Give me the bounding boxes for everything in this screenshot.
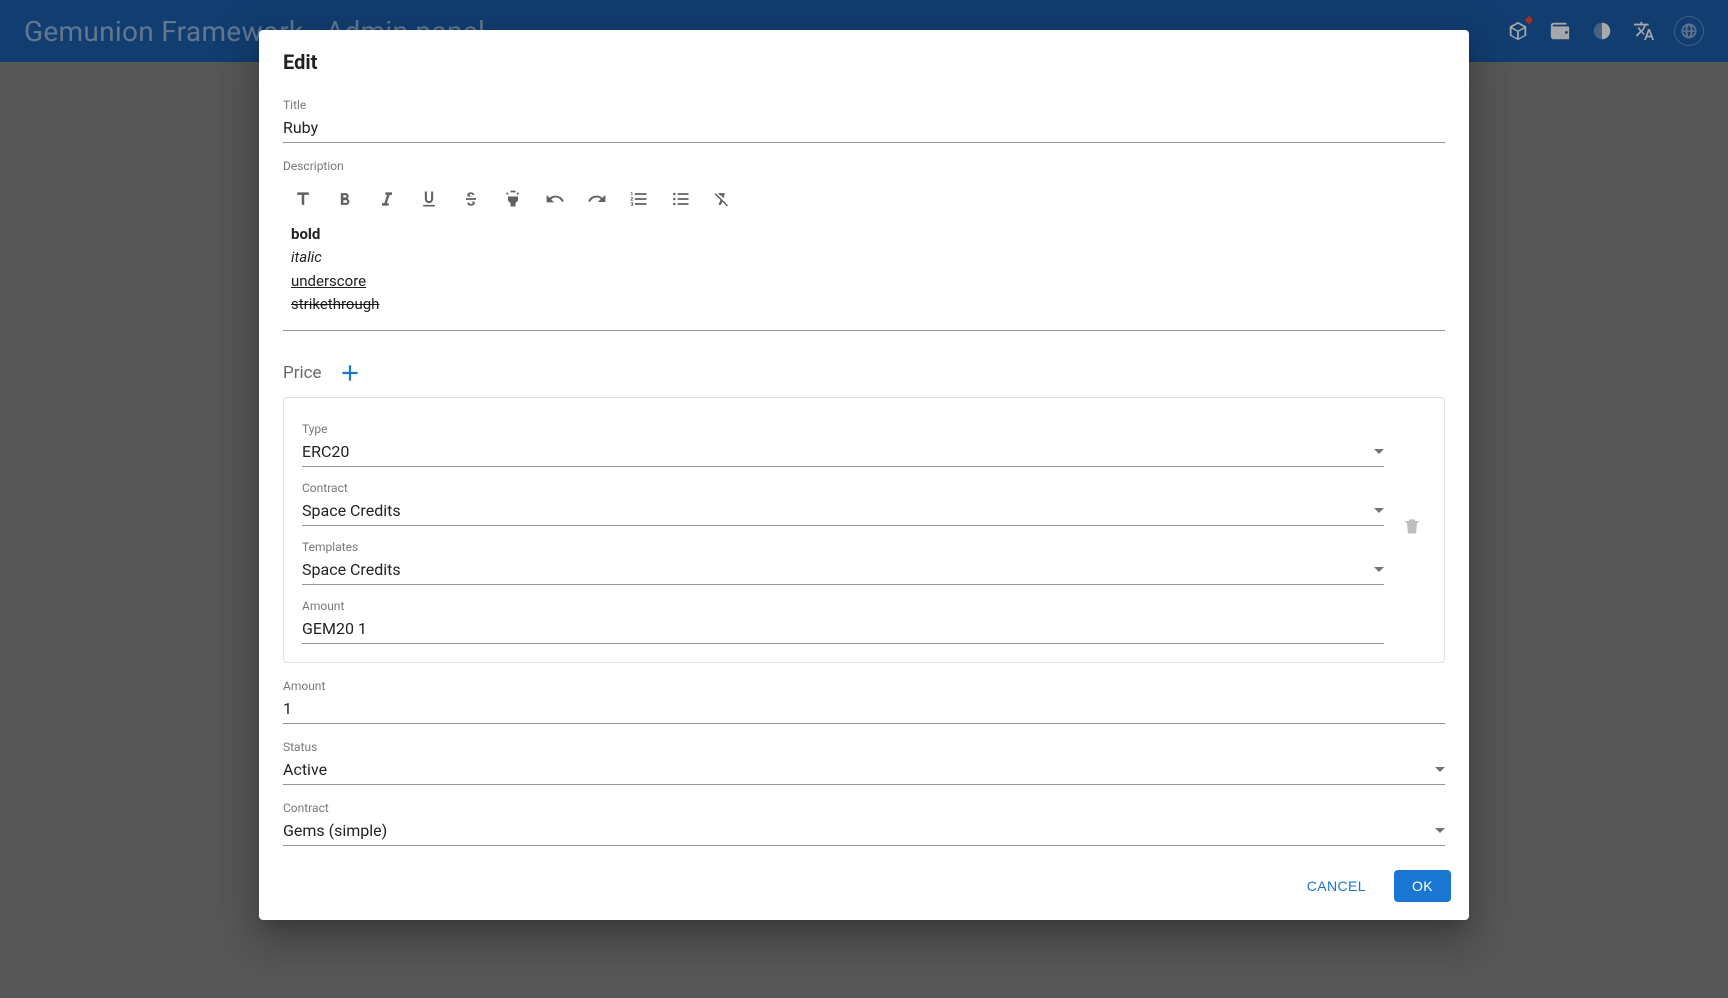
price-amount-label: Amount bbox=[302, 599, 1384, 613]
chevron-down-icon bbox=[1435, 828, 1445, 833]
price-templates-select[interactable]: Space Credits bbox=[302, 556, 1384, 585]
editor-list-ordered-icon[interactable] bbox=[627, 187, 651, 211]
chevron-down-icon bbox=[1374, 508, 1384, 513]
title-label: Title bbox=[283, 98, 1445, 112]
amount-label: Amount bbox=[283, 679, 1445, 693]
price-type-select[interactable]: ERC20 bbox=[302, 438, 1384, 467]
price-label: Price bbox=[283, 363, 322, 383]
editor-bold-icon[interactable] bbox=[333, 187, 357, 211]
editor-line-strike: strikethrough bbox=[291, 293, 1437, 316]
editor-line-bold: bold bbox=[291, 223, 1437, 246]
amount-value: 1 bbox=[283, 699, 292, 718]
price-amount-input[interactable]: GEM20 1 bbox=[302, 615, 1384, 644]
price-contract-value: Space Credits bbox=[302, 501, 401, 520]
cancel-button[interactable]: Cancel bbox=[1289, 870, 1384, 902]
editor-clear-format-icon[interactable] bbox=[711, 187, 735, 211]
editor-redo-icon[interactable] bbox=[585, 187, 609, 211]
status-label: Status bbox=[283, 740, 1445, 754]
price-type-value: ERC20 bbox=[302, 442, 349, 461]
dialog-title: Edit bbox=[259, 30, 1469, 82]
price-contract-label: Contract bbox=[302, 481, 1384, 495]
title-value: Ruby bbox=[283, 118, 318, 137]
status-select[interactable]: Active bbox=[283, 756, 1445, 785]
price-contract-select[interactable]: Space Credits bbox=[302, 497, 1384, 526]
title-input[interactable]: Ruby bbox=[283, 114, 1445, 143]
chevron-down-icon bbox=[1374, 449, 1384, 454]
editor-toolbar bbox=[283, 175, 1445, 217]
editor-line-underscore: underscore bbox=[291, 270, 1437, 293]
ok-button[interactable]: OK bbox=[1394, 870, 1451, 902]
delete-price-button[interactable] bbox=[1398, 512, 1426, 540]
price-type-label: Type bbox=[302, 422, 1384, 436]
edit-dialog: Edit Title Ruby Description bbox=[259, 30, 1469, 920]
contract-label: Contract bbox=[283, 801, 1445, 815]
contract-select[interactable]: Gems (simple) bbox=[283, 817, 1445, 846]
add-price-button[interactable] bbox=[336, 359, 364, 387]
chevron-down-icon bbox=[1435, 767, 1445, 772]
contract-value: Gems (simple) bbox=[283, 821, 387, 840]
editor-strike-icon[interactable] bbox=[459, 187, 483, 211]
price-amount-value: GEM20 1 bbox=[302, 619, 367, 638]
editor-text-icon[interactable] bbox=[291, 187, 315, 211]
editor-list-bullet-icon[interactable] bbox=[669, 187, 693, 211]
editor-underline-icon[interactable] bbox=[417, 187, 441, 211]
chevron-down-icon bbox=[1374, 567, 1384, 572]
price-templates-label: Templates bbox=[302, 540, 1384, 554]
editor-undo-icon[interactable] bbox=[543, 187, 567, 211]
price-templates-value: Space Credits bbox=[302, 560, 401, 579]
price-item-card: Type ERC20 Contract Space Credits Templa… bbox=[283, 397, 1445, 663]
description-label: Description bbox=[283, 159, 1445, 173]
amount-input[interactable]: 1 bbox=[283, 695, 1445, 724]
description-editor[interactable]: bold italic underscore strikethrough bbox=[283, 217, 1445, 331]
status-value: Active bbox=[283, 760, 327, 779]
editor-italic-icon[interactable] bbox=[375, 187, 399, 211]
editor-line-italic: italic bbox=[291, 246, 1437, 269]
editor-highlight-icon[interactable] bbox=[501, 187, 525, 211]
